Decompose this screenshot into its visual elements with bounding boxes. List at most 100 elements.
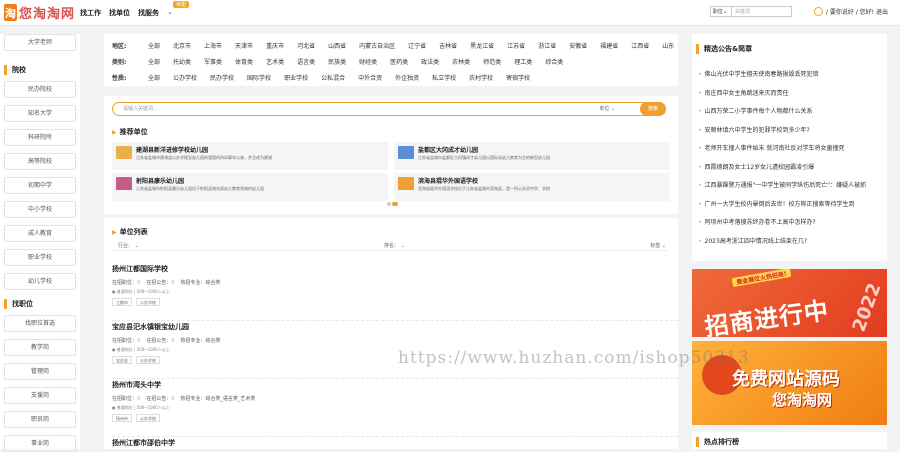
filter-option-region[interactable]: 山西省 <box>328 41 346 50</box>
unit-tag[interactable]: 宝应县 <box>112 356 132 364</box>
filter-option-region[interactable]: 北京市 <box>173 41 191 50</box>
filter-option-region[interactable]: 安徽省 <box>569 41 587 50</box>
carousel-dot[interactable] <box>387 202 391 206</box>
nav-find-service[interactable]: 找服务 <box>138 8 159 18</box>
sidebar-item[interactable]: 幼儿学校 <box>4 273 76 290</box>
sidebar-item[interactable]: 支援岗 <box>4 387 76 404</box>
filter-option-category[interactable]: 托幼类 <box>173 57 191 66</box>
news-item[interactable]: • 安顺林填六中学生的犯罪学校到多少年? <box>698 125 884 134</box>
filter-option-category[interactable]: 财经类 <box>359 57 377 66</box>
recommended-card[interactable]: 盐都区大冈成才幼儿园 江苏省盐城市盐都区大冈镇成才幼儿园以国际化幼儿教育为主的新型… <box>394 142 670 170</box>
news-item[interactable]: • 南庄西中女主角跳迷来灭而责任 <box>698 88 884 97</box>
filter-option-type[interactable]: 公办学校 <box>173 73 197 82</box>
filter-option-type[interactable]: 职业学校 <box>284 73 308 82</box>
unit-name[interactable]: 扬州江都国际学校 <box>112 264 672 274</box>
filter-option-category[interactable]: 全部 <box>148 57 160 66</box>
filter-option-region[interactable]: 天津市 <box>235 41 253 50</box>
user-icon[interactable] <box>813 7 823 16</box>
sidebar-item[interactable]: 成人教育 <box>4 225 76 242</box>
unit-tag[interactable]: 公办学校 <box>136 298 160 306</box>
filter-option-region[interactable]: 全部 <box>148 41 160 50</box>
filter-option-type[interactable]: 国际学校 <box>247 73 271 82</box>
sidebar-item[interactable]: 管理岗 <box>4 363 76 380</box>
filter-option-region[interactable]: 吉林省 <box>439 41 457 50</box>
filter-option-category[interactable]: 医药类 <box>390 57 408 66</box>
filter-option-region[interactable]: 内蒙古自治区 <box>359 41 395 50</box>
news-item[interactable]: • 老师开车撞人事件始末 就河南社反对学车将女童撞死 <box>698 143 884 152</box>
sidebar-item[interactable]: 科研院所 <box>4 129 76 146</box>
filter-option-category[interactable]: 军事类 <box>204 57 222 66</box>
sidebar-item[interactable]: 知名大学 <box>4 105 76 122</box>
header-search-input[interactable]: 关键词 <box>731 6 792 17</box>
news-item[interactable]: • 阿坝州中考落搜苏终办卷不上高中怎样办? <box>698 217 884 226</box>
filter-option-region[interactable]: 浙江省 <box>538 41 556 50</box>
industry-filter[interactable]: 行业： ⌄ <box>118 242 139 249</box>
sidebar-item[interactable]: 中小学校 <box>4 201 76 218</box>
news-item[interactable]: • 佛山光伏中学生擅天使南春路揪毁丢死犯错 <box>698 69 884 78</box>
filter-option-category[interactable]: 理工类 <box>514 57 532 66</box>
site-logo[interactable]: 淘 您淘淘网 <box>4 3 75 22</box>
filter-option-type[interactable]: 全部 <box>148 73 160 82</box>
filter-option-type[interactable]: 私立学校 <box>432 73 456 82</box>
filter-option-region[interactable]: 重庆市 <box>266 41 284 50</box>
filter-option-region[interactable]: 上海市 <box>204 41 222 50</box>
sidebar-item[interactable]: 找职位首选 <box>4 315 76 332</box>
search-button[interactable]: 搜索 <box>640 102 666 116</box>
filter-option-region[interactable]: 山东 <box>662 41 674 50</box>
unit-list-item[interactable]: 扬州江都市邵伯中学 <box>112 438 672 448</box>
filter-option-type[interactable]: 寄宿学校 <box>506 73 530 82</box>
sidebar-item[interactable]: 高等院校 <box>4 153 76 170</box>
news-item[interactable]: • 山西万荣二小学事件每个人物都什么关系 <box>698 106 884 115</box>
ad-banner-recruit[interactable]: 黄金展位火热招商! 招商进行中 2022 <box>692 269 887 337</box>
filter-option-category[interactable]: 体育类 <box>235 57 253 66</box>
filter-option-type[interactable]: 公私混合 <box>321 73 345 82</box>
filter-option-type[interactable]: 外企独资 <box>395 73 419 82</box>
recommended-card[interactable]: 射阳县康乐幼儿园 江苏省盐城市射阳县康乐幼儿园位于射阳县城东部幼儿教育领域的幼儿园 <box>112 173 388 201</box>
nav-find-unit[interactable]: 找单位 <box>109 8 130 18</box>
unit-name[interactable]: 宝应县汜水镇银宝幼儿园 <box>112 322 672 332</box>
news-item[interactable]: • 2023高考浙江四中情况线上结束在几? <box>698 236 884 245</box>
sidebar-item[interactable]: 民办院校 <box>4 81 76 98</box>
news-item[interactable]: • 西霞德朗及女士12岁女儿遭校园霸凌引爆 <box>698 162 884 171</box>
filter-option-category[interactable]: 语言类 <box>297 57 315 66</box>
filter-option-region[interactable]: 河北省 <box>297 41 315 50</box>
sidebar-item[interactable]: 初期中学 <box>4 177 76 194</box>
sidebar-item[interactable]: 职业学校 <box>4 249 76 266</box>
unit-tag[interactable]: 公办学校 <box>136 414 160 422</box>
filter-option-region[interactable]: 江苏省 <box>507 41 525 50</box>
search-type-select[interactable]: 职位 ⌄ <box>709 6 732 17</box>
news-item[interactable]: • 江西暴躁警方通报"一中学生被同学纵伤后死亡"：嫌疑人被抓 <box>698 180 884 189</box>
unit-tag[interactable]: 扬州市 <box>112 414 132 422</box>
news-item[interactable]: • 广州一大学生校内晕倒后去世！校方称正搜索等待学生到 <box>698 199 884 208</box>
unit-name[interactable]: 扬州市湾头中学 <box>112 380 672 390</box>
recommended-card[interactable]: 滨海县琨华外国语学校 滨海县琨华外国语学校位于江苏省盐城市滨海县，是一所公办初中学… <box>394 173 670 201</box>
filter-option-region[interactable]: 辽宁省 <box>408 41 426 50</box>
filter-option-category[interactable]: 政法类 <box>421 57 439 66</box>
tag-filter[interactable]: 标签 ⌄ <box>650 242 666 249</box>
sidebar-item[interactable]: 事业岗 <box>4 435 76 452</box>
nav-find-job[interactable]: 找工作 <box>80 8 101 18</box>
filter-option-type[interactable]: 农村学校 <box>469 73 493 82</box>
carousel-dot-active[interactable] <box>392 202 398 206</box>
filter-option-category[interactable]: 师范类 <box>483 57 501 66</box>
chevron-down-icon[interactable]: ⌄ <box>167 8 173 18</box>
sidebar-item[interactable]: 教学岗 <box>4 339 76 356</box>
unit-tag[interactable]: 江都市 <box>112 298 132 306</box>
filter-option-region[interactable]: 福建省 <box>600 41 618 50</box>
filter-option-category[interactable]: 民族类 <box>328 57 346 66</box>
search-scope-dropdown[interactable]: 单位 ⌄ <box>599 103 615 115</box>
main-search-input[interactable]: 请输入关键词... 单位 ⌄ 搜索 <box>112 102 666 116</box>
unit-name[interactable]: 扬州江都市邵伯中学 <box>112 438 672 448</box>
filter-option-category[interactable]: 综合类 <box>545 57 563 66</box>
filter-option-category[interactable]: 艺术类 <box>266 57 284 66</box>
filter-option-region[interactable]: 黑龙江省 <box>470 41 494 50</box>
unit-list-item[interactable]: 扬州市湾头中学 在招职位：0 在招公告：0 热招专业：综合类_语言类_艺术类 ● 普通岗… <box>112 380 678 437</box>
filter-option-category[interactable]: 农林类 <box>452 57 470 66</box>
sidebar-item-top[interactable]: 大学老师 <box>4 34 76 51</box>
user-greeting[interactable]: / 要你说好 / 您好! 退出 <box>826 7 888 16</box>
rank-filter[interactable]: 排名： ⌄ <box>384 242 405 249</box>
unit-tag[interactable]: 公办学校 <box>136 356 160 364</box>
sidebar-item[interactable]: 职员岗 <box>4 411 76 428</box>
filter-option-type[interactable]: 中外合资 <box>358 73 382 82</box>
filter-option-region[interactable]: 江西省 <box>631 41 649 50</box>
